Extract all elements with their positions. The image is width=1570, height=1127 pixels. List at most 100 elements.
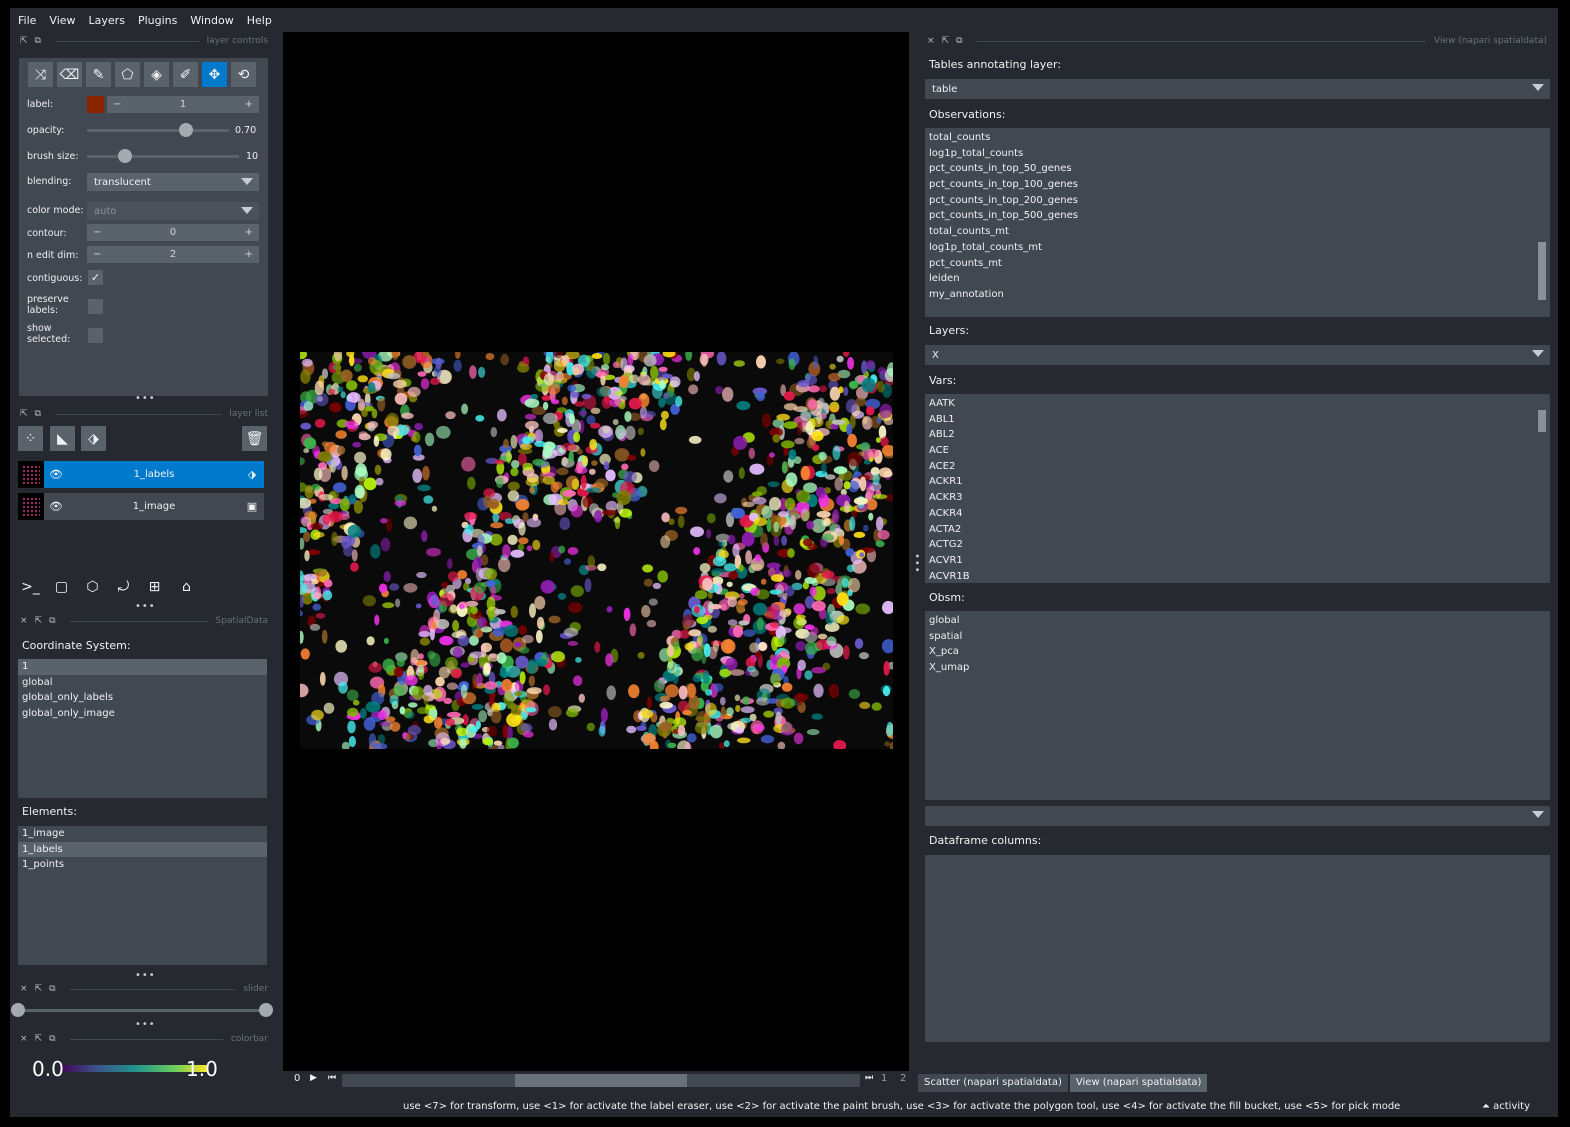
splitter-handle[interactable]: ••• (135, 601, 156, 612)
ndisplay-icon[interactable]: ▢ (49, 574, 74, 599)
list-item[interactable]: log1p_total_counts (925, 146, 1550, 162)
opacity-slider-knob[interactable] (179, 123, 194, 137)
preserve-labels-checkbox[interactable] (88, 299, 103, 314)
list-item[interactable]: ACKR3 (925, 490, 1550, 506)
list-item[interactable]: pct_counts_mt (925, 256, 1550, 272)
list-item[interactable]: 1_labels (18, 841, 267, 858)
menu-plugins[interactable]: Plugins (138, 14, 177, 27)
splitter-handle[interactable]: ••• (135, 393, 156, 404)
label-color-swatch[interactable] (87, 96, 104, 113)
transform-icon[interactable]: ⟲ (231, 62, 256, 87)
first-frame-icon[interactable]: ⏮ (328, 1073, 336, 1083)
tab-scatter[interactable]: Scatter (napari spatialdata) (918, 1074, 1068, 1092)
elements-list[interactable]: 1_image 1_labels 1_points (18, 826, 267, 965)
minus-icon[interactable]: − (113, 99, 121, 110)
coordinate-system-list[interactable]: 1 global global_only_labels global_only_ima… (18, 659, 267, 798)
float-icon[interactable]: ⇱ (942, 36, 950, 46)
list-item[interactable]: ACTA2 (925, 522, 1550, 538)
close-icon[interactable]: × (20, 616, 28, 626)
range-slider-max-knob[interactable] (259, 1003, 273, 1017)
vars-list[interactable]: AATK ABL1 ABL2 ACE ACE2 ACKR1 ACKR3 ACKR4 ACTA2 A… (925, 394, 1550, 583)
undock-icon[interactable]: ⧉ (35, 36, 41, 46)
list-item[interactable]: 1 (18, 659, 267, 675)
close-icon[interactable]: × (20, 984, 28, 994)
fill-icon[interactable]: ◈ (144, 62, 169, 87)
vars-scrollbar[interactable] (1537, 396, 1547, 581)
home-icon[interactable]: ⌂ (174, 574, 199, 599)
minus-icon[interactable]: − (93, 227, 101, 238)
list-item[interactable]: ABL1 (925, 412, 1550, 428)
brush-icon[interactable]: ✎ (86, 62, 111, 87)
layer-row-1-labels[interactable]: 👁 1_labels ⬗ (18, 461, 264, 488)
list-item[interactable]: ACTG2 (925, 537, 1550, 553)
float-icon[interactable]: ⇱ (20, 409, 28, 419)
list-item[interactable]: X_pca (925, 644, 1550, 660)
splitter-handle[interactable]: ••• (135, 1019, 156, 1030)
minus-icon[interactable]: − (93, 249, 101, 260)
undock-icon[interactable]: ⧉ (49, 616, 55, 626)
viewer-canvas[interactable] (283, 32, 909, 1071)
activity-button[interactable]: ⏶ activity (1482, 1101, 1530, 1112)
splitter-handle[interactable]: ••• (135, 970, 156, 981)
eraser-icon[interactable]: ⌫ (57, 62, 82, 87)
last-frame-icon[interactable]: ⏭ (865, 1073, 873, 1083)
menu-file[interactable]: File (18, 14, 36, 27)
transpose-icon[interactable]: ⤾ (111, 574, 136, 599)
list-item[interactable]: pct_counts_in_top_50_genes (925, 161, 1550, 177)
layer-row-1-image[interactable]: 👁 1_image ▣ (18, 493, 264, 520)
grid-icon[interactable]: ⊞ (142, 574, 167, 599)
opacity-slider[interactable] (87, 129, 229, 132)
list-item[interactable]: global (18, 675, 267, 691)
list-item[interactable]: leiden (925, 271, 1550, 287)
blending-select[interactable]: translucent (87, 173, 259, 191)
move-icon[interactable]: ✥ (202, 62, 227, 87)
polygon-icon[interactable]: ⬠ (115, 62, 140, 87)
undock-icon[interactable]: ⧉ (49, 1034, 55, 1044)
list-item[interactable]: total_counts_mt (925, 224, 1550, 240)
list-item[interactable]: AATK (925, 396, 1550, 412)
list-item[interactable]: log1p_total_counts_mt (925, 240, 1550, 256)
play-icon[interactable]: ▶ (310, 1073, 317, 1083)
float-icon[interactable]: ⇱ (35, 984, 43, 994)
list-item[interactable]: pct_counts_in_top_200_genes (925, 193, 1550, 209)
list-item[interactable]: 1_points (18, 857, 267, 873)
undock-icon[interactable]: ⧉ (35, 409, 41, 419)
float-icon[interactable]: ⇱ (35, 616, 43, 626)
list-item[interactable]: global (925, 613, 1550, 629)
picker-icon[interactable]: ✐ (173, 62, 198, 87)
list-item[interactable]: ACKR4 (925, 506, 1550, 522)
float-icon[interactable]: ⇱ (35, 1034, 43, 1044)
menu-layers[interactable]: Layers (89, 14, 125, 27)
layer-name[interactable]: 1_labels (68, 469, 240, 480)
range-slider-min-knob[interactable] (11, 1003, 25, 1017)
list-item[interactable]: ACE (925, 443, 1550, 459)
new-labels-icon[interactable]: ⬗ (81, 426, 106, 451)
contour-spinbox[interactable]: − 0 + (87, 224, 259, 241)
list-item[interactable]: ACKR1 (925, 474, 1550, 490)
label-spinbox[interactable]: − 1 + (107, 96, 259, 113)
dataframe-select[interactable] (925, 806, 1550, 826)
show-selected-checkbox[interactable] (88, 328, 103, 343)
plus-icon[interactable]: + (245, 249, 253, 260)
shuffle-icon[interactable]: ⤨ (28, 62, 53, 87)
close-icon[interactable]: × (927, 36, 935, 46)
list-item[interactable]: ABL2 (925, 427, 1550, 443)
brush-size-slider[interactable] (87, 155, 239, 158)
trash-icon[interactable]: 🗑 (242, 426, 267, 451)
list-item[interactable]: global_only_image (18, 706, 267, 722)
range-slider[interactable] (18, 1009, 268, 1012)
color-mode-select[interactable]: auto (87, 202, 259, 220)
layer-name[interactable]: 1_image (68, 501, 240, 512)
table-select[interactable]: table (925, 79, 1550, 99)
observations-scrollbar[interactable] (1537, 130, 1547, 315)
undock-icon[interactable]: ⧉ (49, 984, 55, 994)
list-item[interactable]: ACVR1 (925, 553, 1550, 569)
dims-slider-handle[interactable] (515, 1074, 687, 1087)
obsm-list[interactable]: global spatial X_pca X_umap (925, 611, 1550, 800)
splitter-handle[interactable]: ••• (911, 553, 922, 574)
menu-help[interactable]: Help (247, 14, 272, 27)
plus-icon[interactable]: + (245, 227, 253, 238)
eye-icon[interactable]: 👁 (44, 468, 68, 481)
menu-view[interactable]: View (49, 14, 75, 27)
console-icon[interactable]: >_ (18, 574, 43, 599)
